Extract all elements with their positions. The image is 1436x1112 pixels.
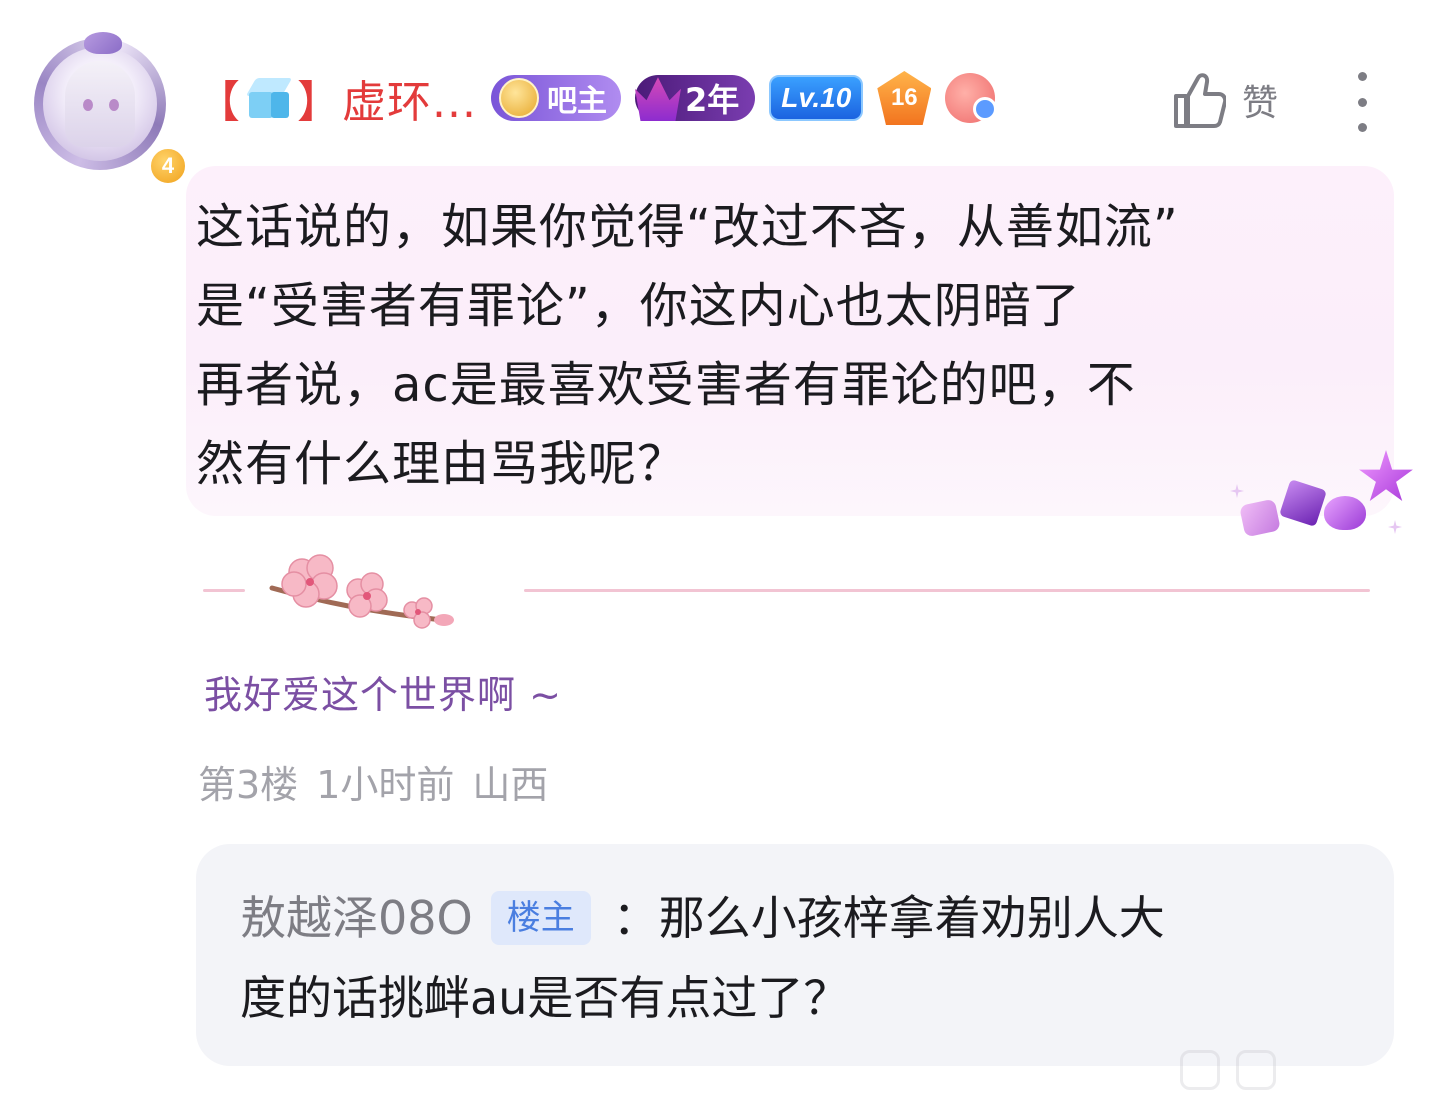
content-line: 然有什么理由骂我呢？	[196, 436, 687, 492]
avatar-image	[43, 47, 157, 161]
user-avatar[interactable]: 4	[34, 28, 188, 186]
user-level-badge[interactable]: Lv.10	[769, 75, 864, 121]
more-vertical-icon[interactable]	[1348, 72, 1376, 132]
avatar-frame	[34, 38, 166, 170]
user-signature: 我好爱这个世界啊 ~	[204, 673, 562, 717]
number-badge[interactable]: 16	[877, 71, 932, 125]
like-label: 赞	[1242, 83, 1279, 124]
reply-text-line: 度的话挑衅au是否有点过了？	[240, 971, 850, 1025]
floor-number: 第3楼	[198, 763, 299, 807]
reply-username[interactable]: 敖越泽08O	[240, 878, 473, 958]
content-line: 是“受害者有罪论”，你这内心也太阴暗了	[196, 278, 1081, 334]
post-meta: 第3楼 1小时前 山西	[198, 754, 548, 809]
post-time: 1小时前	[316, 763, 455, 807]
reply-content[interactable]: 敖越泽08O 楼主 ：那么小孩梓拿着劝别人大 度的话挑衅au是否有点过了？	[240, 878, 1360, 1038]
op-tag: 楼主	[490, 891, 591, 945]
reply-text-line: ：那么小孩梓拿着劝别人大	[612, 891, 1165, 945]
medal-icon	[498, 78, 539, 118]
author-row: 【 】虚环... 吧主 2年 Lv.10 16	[196, 66, 998, 130]
thumbs-up-icon	[1174, 73, 1226, 128]
avatar-bow-decoration	[84, 32, 122, 54]
crown-icon	[634, 77, 681, 121]
bazhu-badge[interactable]: 吧主	[490, 75, 621, 121]
membership-years-badge[interactable]: 2年	[634, 75, 756, 121]
content-line: 再者说，ac是最喜欢受害者有罪论的吧，不	[196, 357, 1136, 413]
divider-right	[524, 589, 1370, 592]
watermark	[1180, 1050, 1400, 1100]
gem-decoration	[1228, 450, 1418, 550]
divider-left	[203, 589, 245, 592]
author-name[interactable]: 【 】虚环...	[196, 66, 477, 130]
content-line: 这话说的，如果你觉得“改过不吝，从善如流”	[196, 199, 1179, 255]
post-content: 这话说的，如果你觉得“改过不吝，从善如流” 是“受害者有罪论”，你这内心也太阴暗…	[196, 188, 1346, 504]
post-location: 山西	[472, 763, 549, 807]
ice-cube-icon	[245, 74, 293, 122]
like-button[interactable]: 赞	[1170, 66, 1278, 134]
cherry-blossom-decoration	[269, 554, 454, 629]
avatar-level-badge: 4	[148, 146, 188, 186]
heart-emoji-icon[interactable]	[945, 73, 998, 123]
